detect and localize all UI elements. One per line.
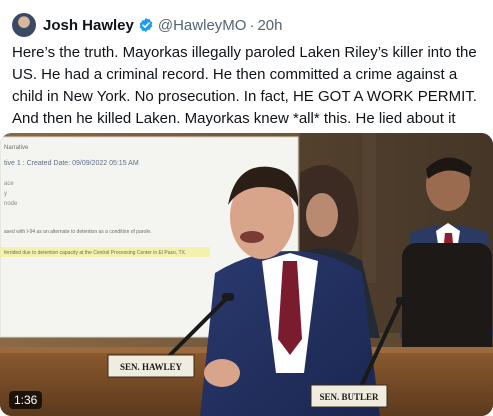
video-player[interactable]: Narrative tive 1 : Created Date: 09/09/2… bbox=[0, 133, 493, 416]
author-name[interactable]: Josh Hawley bbox=[43, 17, 134, 34]
nameplate-butler: SEN. BUTLER bbox=[310, 384, 388, 408]
tweet[interactable]: Josh Hawley @HawleyMO · 20h Here’s the t… bbox=[0, 0, 493, 416]
doc-line-5: node bbox=[4, 201, 18, 207]
author-handle[interactable]: @HawleyMO bbox=[158, 17, 247, 34]
doc-line-1: Narrative bbox=[4, 145, 29, 151]
verified-badge-icon bbox=[139, 18, 153, 32]
tweet-text: Here’s the truth. Mayorkas illegally par… bbox=[12, 44, 477, 127]
timestamp[interactable]: 20h bbox=[257, 17, 282, 34]
doc-line-6: ased with I-94 as an alternate to detent… bbox=[4, 229, 152, 235]
doc-line-3: ace bbox=[4, 181, 14, 187]
nameplate-hawley-text: SEN. HAWLEY bbox=[120, 362, 183, 372]
video-duration-badge: 1:36 bbox=[9, 391, 43, 409]
nameplate-butler-text: SEN. BUTLER bbox=[319, 392, 379, 402]
doc-line-4: y bbox=[4, 191, 7, 197]
doc-line-2: tive 1 : Created Date: 09/09/2022 05:15 … bbox=[4, 160, 139, 167]
video-frame: Narrative tive 1 : Created Date: 09/09/2… bbox=[0, 133, 493, 416]
tweet-header: Josh Hawley @HawleyMO · 20h bbox=[12, 12, 282, 38]
avatar[interactable] bbox=[12, 13, 36, 37]
separator-dot: · bbox=[249, 16, 255, 34]
doc-line-7: ferrided due to detention capacity at th… bbox=[4, 250, 186, 256]
nameplate-hawley: SEN. HAWLEY bbox=[107, 354, 195, 378]
